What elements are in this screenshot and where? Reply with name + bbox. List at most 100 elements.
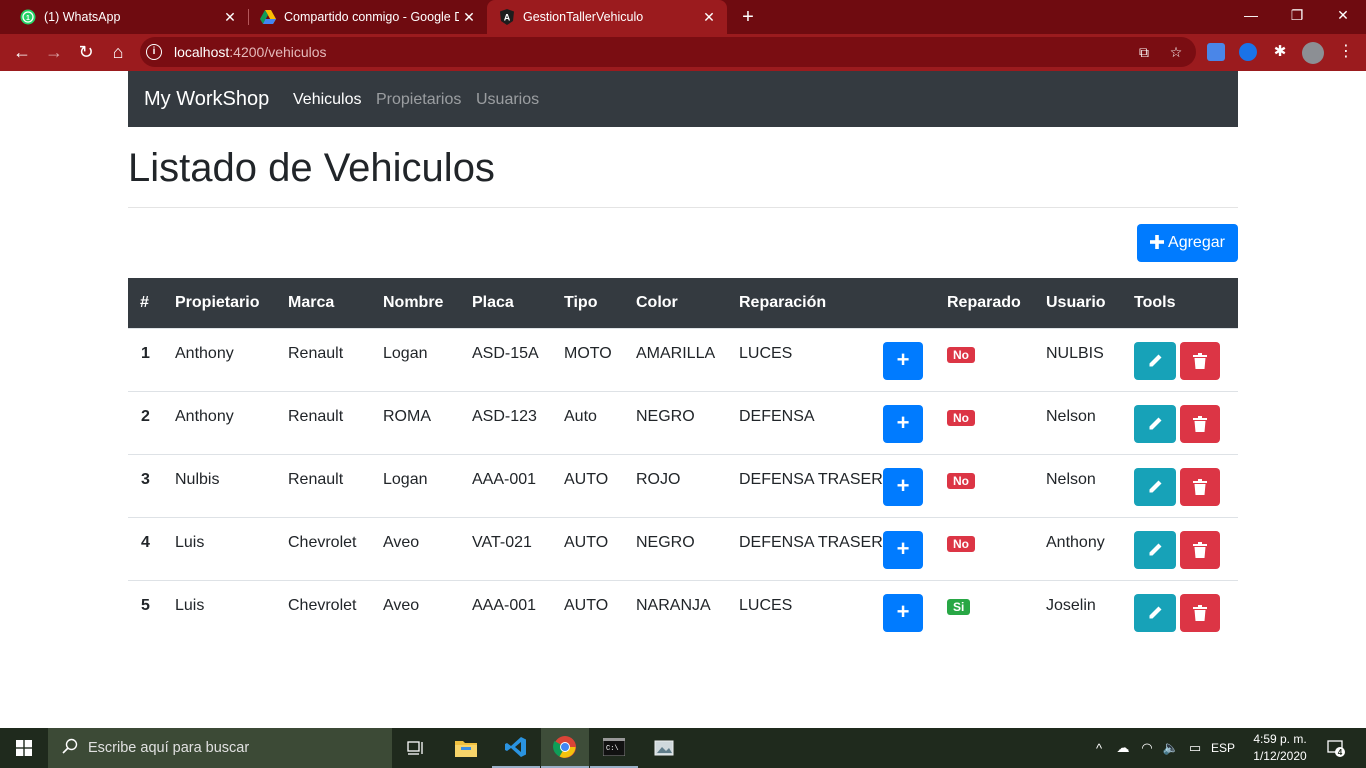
repaired-status-badge: No: [947, 473, 975, 489]
cell-placa: VAT-021: [472, 534, 532, 551]
cell-nombre: Aveo: [383, 534, 420, 551]
nav-link-usuarios[interactable]: Usuarios: [476, 91, 539, 109]
add-repair-button[interactable]: +: [883, 342, 923, 380]
extensions-puzzle-icon[interactable]: ✱: [1271, 43, 1289, 61]
cell-nombre: ROMA: [383, 408, 431, 425]
cell-placa: ASD-123: [472, 408, 537, 425]
language-indicator[interactable]: ESP: [1208, 728, 1238, 768]
column-header-reparado: Reparado: [947, 294, 1021, 311]
close-tab-icon[interactable]: ✕: [699, 9, 719, 26]
bookmark-star-icon[interactable]: ☆: [1168, 44, 1184, 60]
reload-icon[interactable]: ↻: [74, 40, 98, 64]
nav-link-propietarios[interactable]: Propietarios: [376, 91, 461, 109]
windows-start-icon[interactable]: [0, 728, 48, 768]
cell-tipo: AUTO: [564, 597, 609, 614]
cell-propietario: Nulbis: [175, 471, 220, 488]
column-header-tools: Tools: [1134, 294, 1176, 311]
task-view-icon[interactable]: [392, 728, 440, 768]
table-header: # Propietario Marca Nombre Placa Tipo Co…: [128, 278, 1238, 328]
cell-placa: ASD-15A: [472, 345, 539, 362]
tab-gestion-taller[interactable]: A GestionTallerVehiculo ✕: [487, 0, 727, 34]
delete-button[interactable]: [1180, 405, 1220, 443]
svg-text:A: A: [504, 13, 511, 23]
cell-color: ROJO: [636, 471, 681, 488]
avatar[interactable]: [1302, 42, 1324, 64]
site-info-icon[interactable]: i: [146, 44, 162, 60]
nav-link-vehiculos[interactable]: Vehiculos: [293, 91, 362, 109]
edit-button[interactable]: [1134, 405, 1176, 443]
show-hidden-icons-icon[interactable]: ^: [1090, 728, 1108, 768]
delete-button[interactable]: [1180, 342, 1220, 380]
photos-app-icon[interactable]: [640, 728, 688, 768]
profile-extension-icon[interactable]: [1239, 43, 1257, 61]
translate-icon[interactable]: ⧉: [1136, 44, 1152, 60]
onedrive-cloud-icon[interactable]: ☁: [1112, 728, 1134, 768]
app-navbar: My WorkShop Vehiculos Propietarios Usuar…: [128, 71, 1238, 127]
close-tab-icon[interactable]: ✕: [459, 9, 479, 26]
new-tab-icon[interactable]: +: [738, 6, 758, 28]
browser-titlebar: 1 (1) WhatsApp ✕ Compartido conmigo - Go…: [0, 0, 1366, 34]
delete-button[interactable]: [1180, 594, 1220, 632]
vscode-icon[interactable]: [492, 728, 540, 768]
search-icon: [62, 738, 78, 759]
column-header-marca: Marca: [288, 294, 335, 311]
more-options-icon[interactable]: ⋮: [1334, 40, 1358, 64]
cell-usuario: NULBIS: [1046, 345, 1104, 362]
delete-button[interactable]: [1180, 531, 1220, 569]
cell-tipo: MOTO: [564, 345, 612, 362]
terminal-icon[interactable]: C:\: [590, 728, 638, 768]
edit-button[interactable]: [1134, 531, 1176, 569]
edit-button[interactable]: [1134, 342, 1176, 380]
svg-text:C:\: C:\: [606, 745, 619, 753]
address-bar[interactable]: i localhost:4200/vehiculos ⧉ ☆: [140, 37, 1196, 67]
url-host: localhost: [174, 44, 230, 60]
delete-button[interactable]: [1180, 468, 1220, 506]
cell-propietario: Luis: [175, 597, 205, 614]
cell-reparacion: LUCES: [739, 597, 793, 614]
wifi-icon[interactable]: ◠: [1136, 728, 1158, 768]
add-repair-button[interactable]: +: [883, 405, 923, 443]
tab-title: Compartido conmigo - Google Drive: [284, 10, 459, 24]
add-repair-button[interactable]: +: [883, 531, 923, 569]
google-translate-extension-icon[interactable]: [1207, 43, 1225, 61]
edit-button[interactable]: [1134, 468, 1176, 506]
volume-icon[interactable]: 🔈: [1160, 728, 1182, 768]
close-window-icon[interactable]: ✕: [1320, 0, 1366, 30]
cell-reparacion: DEFENSA: [739, 408, 815, 425]
cell-index: 3: [141, 471, 150, 488]
add-repair-button[interactable]: +: [883, 468, 923, 506]
cell-propietario: Anthony: [175, 408, 234, 425]
trash-icon: [1193, 353, 1207, 369]
edit-button[interactable]: [1134, 594, 1176, 632]
battery-icon[interactable]: ▭: [1184, 728, 1206, 768]
add-vehicle-button[interactable]: Agregar: [1137, 224, 1238, 262]
cell-color: NEGRO: [636, 534, 695, 551]
cell-index: 4: [141, 534, 150, 551]
tab-google-drive[interactable]: Compartido conmigo - Google Drive ✕: [240, 0, 487, 34]
chrome-icon[interactable]: [541, 728, 589, 768]
divider: [128, 207, 1238, 208]
file-explorer-icon[interactable]: [442, 728, 490, 768]
restore-icon[interactable]: ❐: [1274, 0, 1320, 30]
cell-marca: Chevrolet: [288, 534, 357, 551]
forward-icon[interactable]: →: [42, 40, 66, 64]
notification-center-icon[interactable]: 4: [1322, 728, 1350, 768]
system-clock[interactable]: 4:59 p. m. 1/12/2020: [1240, 731, 1320, 765]
back-icon[interactable]: ←: [10, 40, 34, 64]
repaired-status-badge: Si: [947, 599, 971, 615]
table-row: 5 Luis Chevrolet Aveo AAA-001 AUTO NARAN…: [128, 580, 1238, 643]
minimize-icon[interactable]: —: [1228, 0, 1274, 30]
close-tab-icon[interactable]: ✕: [220, 9, 240, 26]
add-repair-button[interactable]: +: [883, 594, 923, 632]
repaired-status-badge: No: [947, 347, 975, 363]
cell-reparacion: LUCES: [739, 345, 793, 362]
tab-whatsapp[interactable]: 1 (1) WhatsApp ✕: [0, 0, 248, 34]
pencil-icon: [1149, 606, 1162, 619]
trash-icon: [1193, 416, 1207, 432]
cell-usuario: Joselin: [1046, 597, 1096, 614]
cell-propietario: Anthony: [175, 345, 234, 362]
brand-logo[interactable]: My WorkShop: [144, 88, 269, 111]
home-icon[interactable]: ⌂: [106, 40, 130, 64]
taskbar-search-box[interactable]: Escribe aquí para buscar: [48, 728, 392, 768]
cell-nombre: Aveo: [383, 597, 420, 614]
